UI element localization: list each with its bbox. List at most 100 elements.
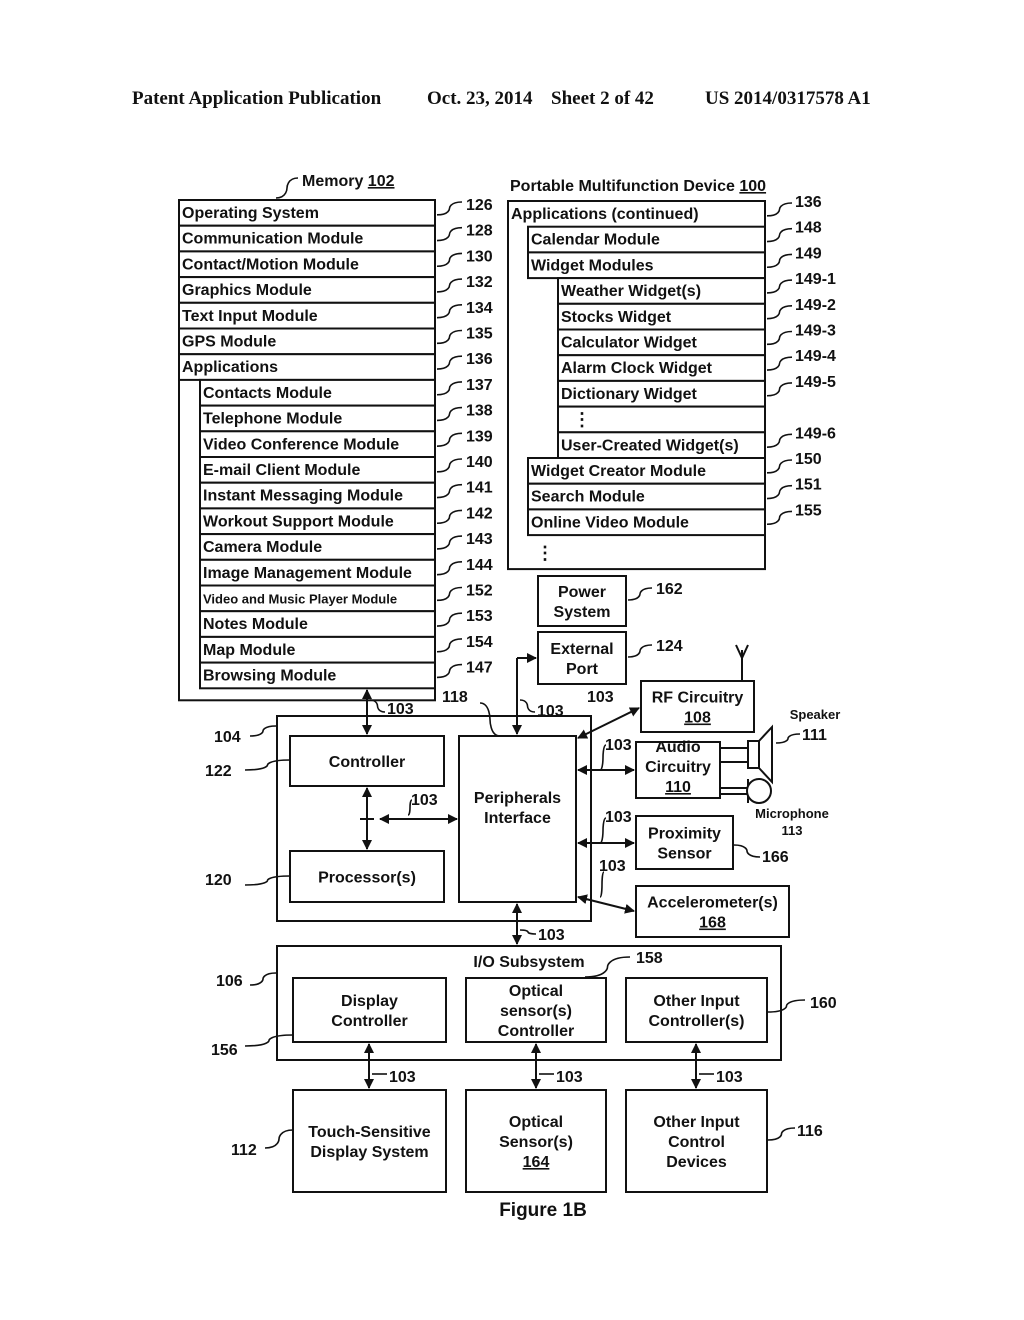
device-ref: 149-6 — [795, 425, 836, 442]
other-devices-leader — [767, 1127, 796, 1141]
memory-row-label: Video and Music Player Module — [203, 592, 397, 607]
memory-ref-leader — [436, 201, 463, 216]
device-ref: 149-4 — [795, 348, 836, 365]
device-ref: 149-2 — [795, 297, 836, 314]
memory-ref-leader — [436, 226, 463, 242]
touch-display-ref: 112 — [231, 1142, 257, 1159]
memory-ref: 139 — [466, 428, 493, 445]
figure-caption: Figure 1B — [499, 1200, 587, 1221]
optical-sensor-block-label: Optical — [509, 1114, 563, 1131]
vertical-ellipsis-icon: ⋮ — [573, 410, 591, 430]
proximity-leader — [733, 844, 761, 858]
device-ref-leader — [766, 305, 793, 320]
memory-ref: 132 — [466, 274, 493, 291]
memory-row-label: Graphics Module — [182, 282, 312, 299]
memory-ref: 126 — [466, 197, 493, 214]
memory-ref-leader — [436, 663, 463, 679]
microphone-label: Microphone — [755, 806, 829, 821]
memory-ref-leader — [436, 329, 463, 345]
power-system-block-label: System — [554, 604, 611, 621]
device-row-label: Applications (continued) — [511, 206, 699, 223]
device-applications-block: Portable Multifunction Device 100 Applica… — [507, 178, 836, 571]
display-controller-block — [292, 977, 447, 1043]
memory-ref-leader — [436, 355, 463, 370]
device-ref-leader — [766, 356, 793, 371]
memory-row-label: Camera Module — [203, 539, 322, 556]
io-ref: 106 — [216, 973, 243, 990]
memory-row-label: Contact/Motion Module — [182, 256, 359, 273]
device-ref: 149-3 — [795, 323, 836, 340]
memory-row-label: E-mail Client Module — [203, 462, 360, 479]
memory-ref: 128 — [466, 223, 493, 240]
memory-ref-leader — [436, 304, 463, 319]
memory-leader — [275, 177, 299, 199]
device-row-label: Widget Modules — [531, 257, 654, 274]
device-ref-leader — [766, 433, 793, 448]
device-ref-leader — [766, 279, 793, 294]
power-ref: 162 — [656, 581, 683, 598]
bus-ref: 103 — [716, 1069, 743, 1086]
memory-ref: 154 — [466, 634, 493, 651]
device-ref: 149-5 — [795, 374, 836, 391]
memory-ref-leader — [436, 458, 463, 473]
memory-row-label: Workout Support Module — [203, 513, 394, 530]
memory-ref-leader — [436, 432, 463, 447]
peripherals-interface-block-label: Interface — [484, 810, 551, 827]
memory-ref-leader — [436, 586, 463, 602]
bus-ref: 103 — [605, 737, 632, 754]
audio-circuitry-block-ref: 110 — [665, 779, 691, 796]
leader-line — [369, 699, 386, 713]
display-controller-block-label: Controller — [331, 1013, 407, 1030]
speaker-label: Speaker — [790, 707, 841, 722]
io-leader — [249, 972, 277, 986]
bus-ref: 103 — [411, 792, 438, 809]
memory-ref: 135 — [466, 326, 493, 343]
controller-block-label: Controller — [329, 754, 405, 771]
optical-sensor-block-ref: 164 — [523, 1154, 550, 1171]
audio-circuitry-block-label: Audio — [655, 739, 701, 756]
memory-ref: 152 — [466, 583, 493, 600]
vertical-ellipsis-icon: ⋮ — [536, 543, 554, 563]
memory-ref-leader — [436, 638, 463, 653]
device-ref-leader — [766, 484, 793, 500]
device-row-label: Calculator Widget — [561, 335, 698, 352]
device-row-label: Dictionary Widget — [561, 386, 698, 403]
device-ref-leader — [766, 202, 793, 217]
memory-ref-leader — [436, 278, 463, 293]
memory-ref-leader — [436, 381, 463, 396]
proximity-sensor-block-label: Sensor — [657, 846, 711, 863]
memory-row-label: Video Conference Module — [203, 436, 399, 453]
other-input-devices-block-label: Other Input — [653, 1114, 740, 1131]
touch-display-block-label: Touch-Sensitive — [308, 1124, 430, 1141]
memory-row-label: Text Input Module — [182, 308, 318, 325]
device-ref-leader — [766, 510, 793, 526]
bus-ref: 103 — [605, 809, 632, 826]
accelerometer-block-ref: 168 — [699, 915, 726, 932]
microphone-ref: 113 — [782, 823, 803, 838]
device-ref: 136 — [795, 194, 822, 211]
memory-row-label: Communication Module — [182, 231, 363, 248]
memory-block: Memory 102 Operating System 126 Communicati… — [178, 173, 493, 702]
optical-sensor-controller-block-label: Optical — [509, 983, 563, 1000]
device-row-label: Online Video Module — [531, 514, 689, 531]
power-system-block-label: Power — [558, 584, 606, 601]
bus-ref: 103 — [538, 927, 565, 944]
proximity-sensor-block-label: Proximity — [648, 826, 721, 843]
proximity-ref: 166 — [762, 849, 789, 866]
touch-display-block-label: Display System — [310, 1144, 428, 1161]
display-controller-block-label: Display — [341, 993, 398, 1010]
controller-ref: 122 — [205, 763, 232, 780]
device-row-label: Alarm Clock Widget — [561, 360, 713, 377]
power-leader — [627, 587, 653, 601]
device-row-label: Stocks Widget — [561, 309, 672, 326]
memory-title: Memory 102 — [302, 173, 395, 190]
external-port-block-label: External — [550, 641, 613, 658]
other-input-controller-block-label: Other Input — [653, 993, 740, 1010]
device-row-label: User-Created Widget(s) — [561, 437, 739, 454]
device-ref: 149 — [795, 245, 822, 262]
memory-row-label: Operating System — [182, 205, 319, 222]
bus-ref: 103 — [556, 1069, 583, 1086]
memory-ref: 153 — [466, 608, 493, 625]
memory-row-label: Applications — [182, 359, 278, 376]
bus-ref: 103 — [537, 703, 564, 720]
